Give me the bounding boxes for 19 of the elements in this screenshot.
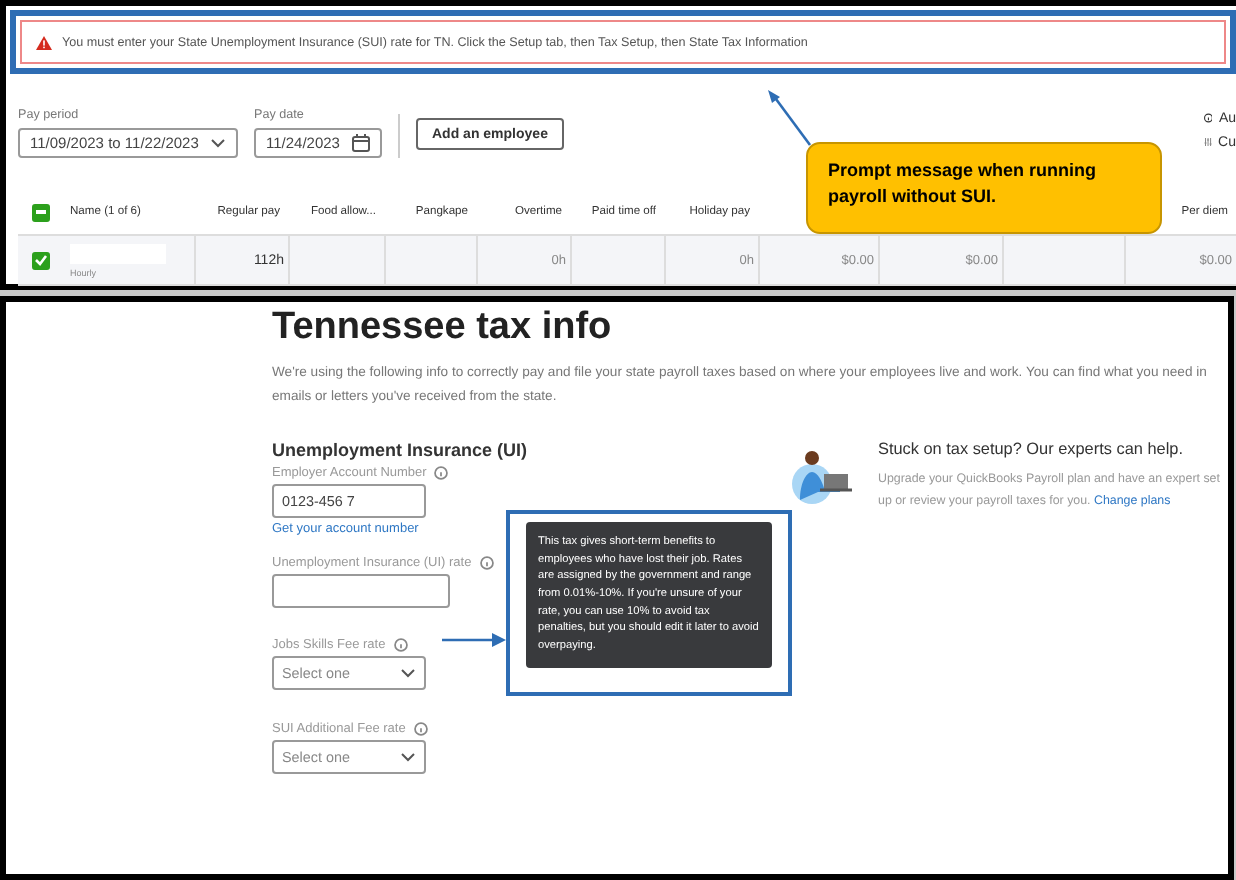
calendar-icon (352, 134, 370, 152)
chevron-down-icon (400, 668, 416, 679)
info-icon[interactable] (479, 556, 494, 571)
info-icon (1204, 110, 1213, 126)
warning-icon (36, 35, 52, 49)
select-all-checkbox[interactable] (31, 203, 49, 221)
help-title: Stuck on tax setup? Our experts can help. (878, 440, 1185, 462)
page-title: Tennessee tax info (272, 306, 614, 350)
pointer-arrow (768, 90, 812, 146)
row-checkbox[interactable] (31, 251, 49, 269)
annotation-callout: Prompt message when running payroll without SUI. (806, 142, 1162, 234)
section-title: Unemployment Insurance (UI) (272, 440, 530, 461)
chevron-down-icon (210, 138, 226, 148)
input-field[interactable] (272, 574, 450, 609)
chevron-down-icon (400, 752, 416, 763)
info-icon[interactable] (393, 638, 408, 653)
info-icon[interactable] (413, 722, 428, 737)
sliders-icon (1204, 134, 1213, 150)
info-icon[interactable] (434, 466, 449, 481)
